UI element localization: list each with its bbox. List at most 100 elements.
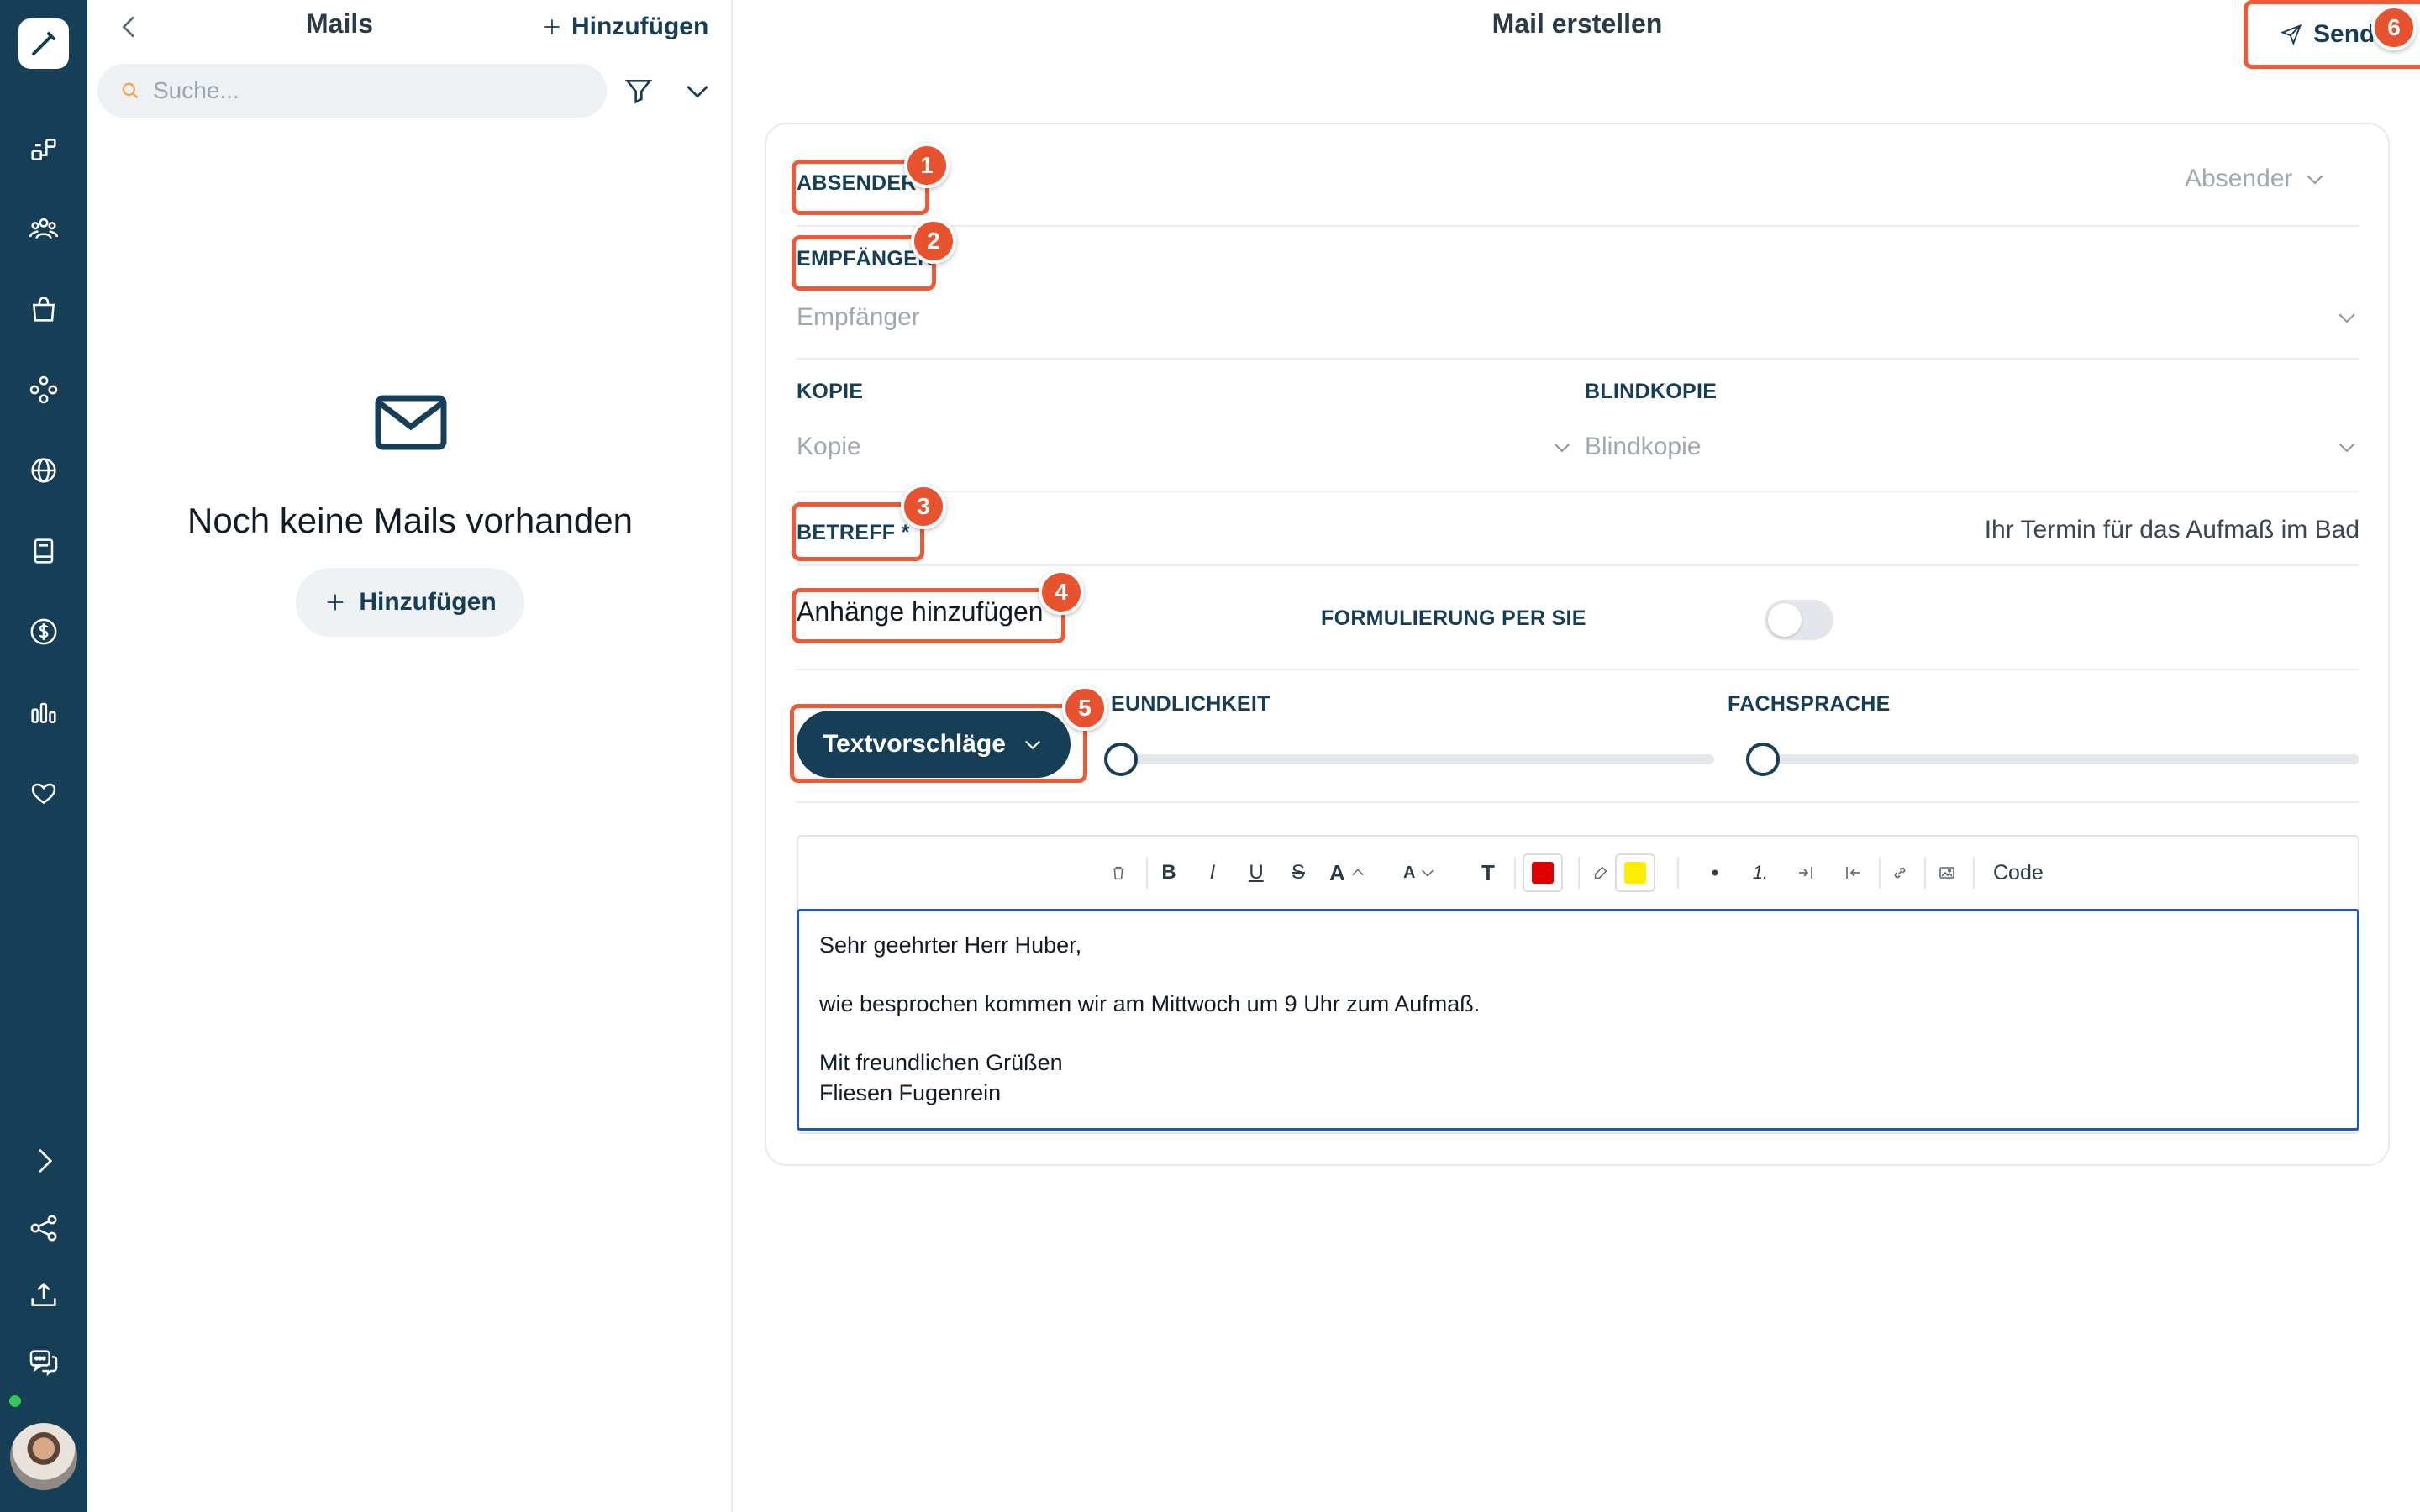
indent-button[interactable] xyxy=(1793,853,1818,892)
mail-envelope-icon xyxy=(375,395,447,450)
navigation-rail xyxy=(0,0,87,1512)
highlight-color-swatch xyxy=(1624,862,1646,884)
step-badge-4: 4 xyxy=(1039,570,1084,615)
font-size-down-button[interactable]: A xyxy=(1403,853,1437,892)
divider xyxy=(797,801,2360,803)
send-label: Send xyxy=(2313,20,2375,48)
empty-add-label: Hinzufügen xyxy=(359,588,497,616)
jargon-slider-track[interactable] xyxy=(1761,754,2360,764)
highlight-color-button[interactable] xyxy=(1591,853,1655,892)
list-title: Mails xyxy=(305,8,374,39)
toolbar-separator xyxy=(1146,857,1148,889)
book-icon[interactable] xyxy=(18,526,69,576)
search-box[interactable] xyxy=(97,64,607,118)
toolbar-separator xyxy=(1924,857,1926,889)
bullet-list-button[interactable] xyxy=(1702,853,1728,892)
friendliness-slider-handle[interactable] xyxy=(1104,743,1138,776)
divider xyxy=(797,564,2360,566)
toolbar-separator xyxy=(1973,857,1975,889)
bcc-placeholder: Blindkopie xyxy=(1585,433,1702,460)
search-input[interactable] xyxy=(153,77,556,104)
jargon-slider-handle[interactable] xyxy=(1746,743,1780,776)
divider xyxy=(797,491,2360,492)
text-color-button[interactable] xyxy=(1523,853,1563,892)
sender-select[interactable]: Absender xyxy=(2185,165,2328,193)
jargon-label: FACHSPRACHE xyxy=(1728,692,1891,716)
recipient-placeholder: Empfänger xyxy=(797,303,920,331)
bcc-label: BLINDKOPIE xyxy=(1585,380,1718,403)
empty-add-button[interactable]: Hinzufügen xyxy=(296,568,524,637)
divider xyxy=(797,225,2360,227)
toolbar-separator xyxy=(1514,857,1516,889)
shopping-bag-icon[interactable] xyxy=(18,284,69,334)
toolbar-separator xyxy=(1879,857,1881,889)
image-button[interactable] xyxy=(1934,853,1960,892)
cc-select[interactable]: Kopie xyxy=(797,428,1575,465)
font-up-glyph: A xyxy=(1329,859,1345,885)
add-mail-label: Hinzufügen xyxy=(571,13,709,40)
users-icon[interactable] xyxy=(18,203,69,254)
toolbar-separator xyxy=(1677,857,1679,889)
underline-button[interactable]: U xyxy=(1244,853,1269,892)
body-closing: Mit freundlichen Grüßen xyxy=(819,1050,1063,1075)
body-line: wie besprochen kommen wir am Mittwoch um… xyxy=(819,991,1481,1016)
strikethrough-button[interactable]: S xyxy=(1286,853,1311,892)
chevron-up-icon xyxy=(1351,869,1364,876)
formal-toggle[interactable] xyxy=(1765,600,1833,640)
font-size-up-button[interactable]: A xyxy=(1329,853,1367,892)
text-suggestions-button[interactable]: Textvorschläge xyxy=(797,711,1071,778)
modules-icon[interactable] xyxy=(18,365,69,415)
clear-format-button[interactable] xyxy=(1106,853,1131,892)
bold-button[interactable]: B xyxy=(1156,853,1181,892)
link-button[interactable] xyxy=(1887,853,1912,892)
subject-label: BETREFF * xyxy=(797,521,910,544)
subject-input[interactable]: Ihr Termin für das Aufmaß im Bad xyxy=(1428,516,2360,544)
friendliness-label: EUNDLICHKEIT xyxy=(1111,692,1270,716)
bcc-select[interactable]: Blindkopie xyxy=(1585,428,2360,465)
add-mail-button[interactable]: Hinzufügen xyxy=(541,10,708,44)
plus-icon xyxy=(544,19,560,34)
upload-icon[interactable] xyxy=(18,1270,69,1320)
formal-label: FORMULIERUNG PER SIE xyxy=(1321,606,1586,630)
recipient-select[interactable]: Empfänger xyxy=(797,299,2360,336)
step-badge-3: 3 xyxy=(901,484,946,529)
chevron-down-icon[interactable] xyxy=(681,74,714,108)
italic-button[interactable]: I xyxy=(1200,853,1225,892)
editor-toolbar: B I U S A A T 1. Code xyxy=(798,837,2358,911)
chevron-down-icon xyxy=(2338,443,2355,453)
text-suggestions-label: Textvorschläge xyxy=(823,730,1006,758)
divider xyxy=(797,669,2360,670)
avatar[interactable] xyxy=(10,1423,77,1490)
link-icon xyxy=(1894,867,1906,879)
empty-state-text: Noch keine Mails vorhanden xyxy=(187,501,633,540)
indent-icon xyxy=(1799,867,1812,879)
trash-icon xyxy=(1113,866,1124,880)
bullet-icon xyxy=(1712,869,1718,876)
filter-icon[interactable] xyxy=(622,74,655,108)
editor-content[interactable]: Sehr geehrter Herr Huber, wie besprochen… xyxy=(797,909,2360,1131)
dollar-icon[interactable] xyxy=(18,606,69,657)
add-attachments-button[interactable]: Anhänge hinzufügen xyxy=(797,596,1044,627)
share-icon[interactable] xyxy=(18,1203,69,1253)
chart-icon[interactable] xyxy=(18,687,69,738)
outdent-button[interactable] xyxy=(1840,853,1865,892)
sender-placeholder: Absender xyxy=(2185,165,2293,192)
chevron-down-icon xyxy=(1025,740,1040,750)
code-button[interactable]: Code xyxy=(1993,853,2044,892)
globe-icon[interactable] xyxy=(18,445,69,496)
chat-icon[interactable] xyxy=(18,1337,69,1388)
ordered-list-button[interactable]: 1. xyxy=(1748,853,1773,892)
chevron-right-icon[interactable] xyxy=(18,1136,69,1186)
step-badge-5: 5 xyxy=(1062,685,1107,731)
text-color-swatch xyxy=(1532,862,1554,884)
pen-logo-icon[interactable] xyxy=(18,18,69,69)
cc-label: KOPIE xyxy=(797,380,864,403)
mails-list-panel: Mails Hinzufügen Noch keine Mails vorhan… xyxy=(87,0,733,1512)
online-status-indicator xyxy=(7,1393,24,1410)
body-greeting: Sehr geehrter Herr Huber, xyxy=(819,932,1082,958)
friendliness-slider-track[interactable] xyxy=(1118,754,1714,764)
page-title: Mail erstellen xyxy=(1491,8,1663,39)
heart-icon[interactable] xyxy=(18,768,69,818)
text-style-button[interactable]: T xyxy=(1476,853,1501,892)
workflow-icon[interactable] xyxy=(18,124,69,175)
